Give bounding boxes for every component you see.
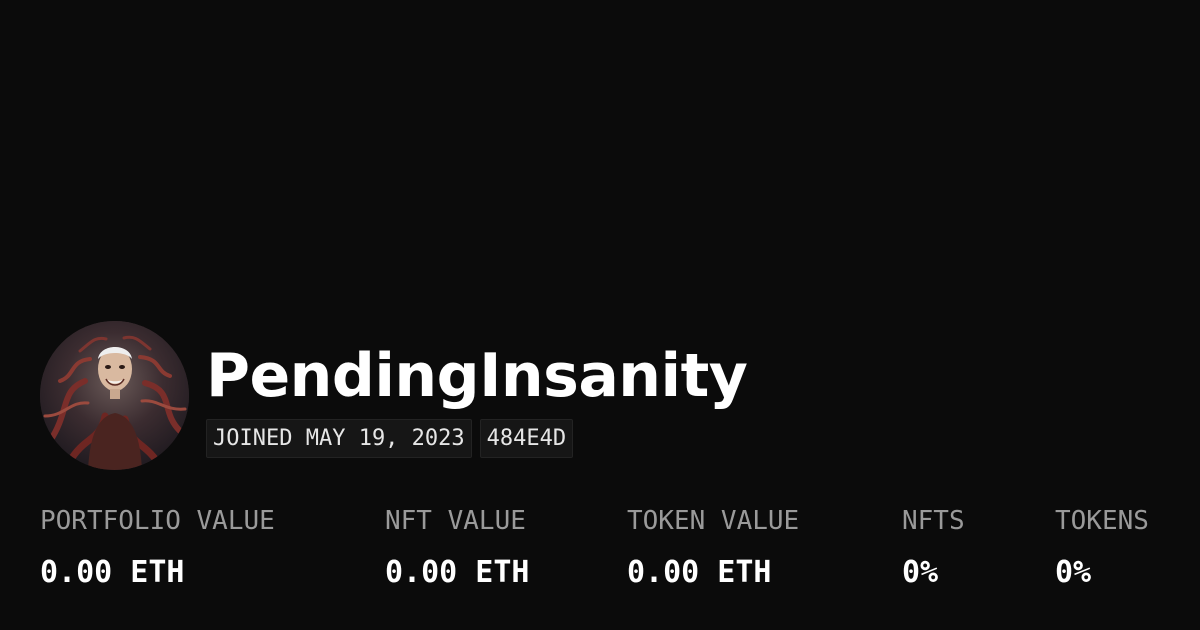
stat-label: NFTS <box>902 506 965 536</box>
username: PendingInsanity <box>206 341 748 411</box>
stat-value: 0% <box>902 555 939 590</box>
stat-nft-value: NFT VALUE 0.00 ETH <box>385 503 530 593</box>
stat-value: 0.00 ETH <box>385 555 530 590</box>
stat-value: 0.00 ETH <box>627 555 772 590</box>
stat-label: TOKENS <box>1055 506 1149 536</box>
stat-label: PORTFOLIO VALUE <box>40 506 275 536</box>
profile-card: PendingInsanity JOINED MAY 19, 2023 484E… <box>0 0 1200 630</box>
profile-tags: JOINED MAY 19, 2023 484E4D <box>206 419 574 458</box>
stat-label: TOKEN VALUE <box>627 506 800 536</box>
stat-tokens: TOKENS 0% <box>1055 503 1149 593</box>
stat-value: 0% <box>1055 555 1092 590</box>
stat-label: NFT VALUE <box>385 506 526 536</box>
avatar-image <box>40 321 189 470</box>
stat-nfts: NFTS 0% <box>902 503 965 593</box>
joined-date-badge: JOINED MAY 19, 2023 <box>206 419 472 458</box>
stat-value: 0.00 ETH <box>40 555 185 590</box>
avatar <box>40 321 189 470</box>
stat-portfolio-value: PORTFOLIO VALUE 0.00 ETH <box>40 503 275 593</box>
stat-token-value: TOKEN VALUE 0.00 ETH <box>627 503 799 593</box>
color-code-badge: 484E4D <box>479 419 574 458</box>
